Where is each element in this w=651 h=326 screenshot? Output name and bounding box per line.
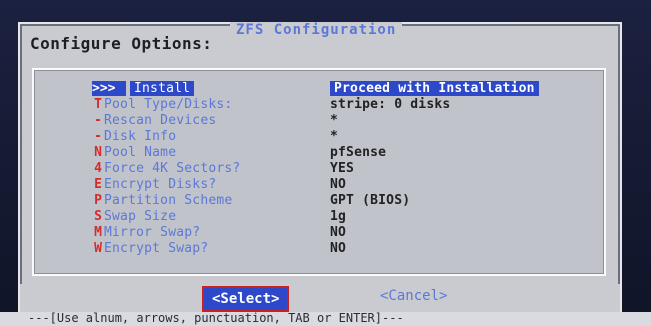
menu-label: Swap Size (104, 208, 177, 224)
button-bar: <Select> <Cancel> (18, 284, 622, 312)
menu-item-pool-type[interactable]: T Pool Type/Disks: stripe: 0 disks (92, 96, 612, 112)
menu-item-disk-info[interactable]: - Disk Info * (92, 128, 612, 144)
menu-hotkey: E (94, 176, 102, 192)
menu-value: pfSense (330, 144, 387, 160)
configure-options-label: Configure Options: (30, 34, 213, 53)
menu-value: 1g (330, 208, 347, 224)
menu-item-rescan-devices[interactable]: - Rescan Devices * (92, 112, 612, 128)
menu-hotkey: T (94, 96, 102, 112)
menu-label: Rescan Devices (104, 112, 217, 128)
menu-hotkey: - (94, 128, 102, 144)
menu-label: Disk Info (104, 128, 177, 144)
menu-value: GPT (BIOS) (330, 192, 411, 208)
dialog-title: ZFS Configuration (230, 22, 403, 38)
menu-label: Install (130, 80, 195, 96)
menu-item-partition-scheme[interactable]: P Partition Scheme GPT (BIOS) (92, 192, 612, 208)
menu-value: * (330, 112, 339, 128)
menu-item-encrypt-swap[interactable]: W Encrypt Swap? NO (92, 240, 612, 256)
menu-item-pool-name[interactable]: N Pool Name pfSense (92, 144, 612, 160)
zfs-configuration-dialog: ZFS Configuration Configure Options: >>>… (18, 22, 622, 288)
cancel-button[interactable]: <Cancel> (380, 288, 447, 304)
menu-value: stripe: 0 disks (330, 96, 451, 112)
menu-value: Proceed with Installation (330, 80, 539, 96)
menu-value: YES (330, 160, 355, 176)
menu-label: Force 4K Sectors? (104, 160, 241, 176)
menu-hotkey: - (94, 112, 102, 128)
menu-label: Encrypt Swap? (104, 240, 209, 256)
menu-hotkey: W (94, 240, 102, 256)
menu-label: Encrypt Disks? (104, 176, 217, 192)
menu-value: NO (330, 176, 347, 192)
menu-item-encrypt-disks[interactable]: E Encrypt Disks? NO (92, 176, 612, 192)
key-hint-line: ---[Use alnum, arrows, punctuation, TAB … (0, 312, 651, 326)
menu-hotkey: M (94, 224, 102, 240)
menu-label: Pool Type/Disks: (104, 96, 233, 112)
select-button[interactable]: <Select> (202, 286, 290, 312)
menu-item-swap-size[interactable]: S Swap Size 1g (92, 208, 612, 224)
menu-hotkey: >>> (92, 80, 126, 96)
menu-item-install[interactable]: >>> Install Proceed with Installation (92, 80, 612, 96)
menu-hotkey: P (94, 192, 102, 208)
key-hint-text: ---[Use alnum, arrows, punctuation, TAB … (28, 312, 404, 325)
menu-label: Mirror Swap? (104, 224, 201, 240)
menu-value: NO (330, 224, 347, 240)
menu-item-force-4k-sectors[interactable]: 4 Force 4K Sectors? YES (92, 160, 612, 176)
options-menu: >>> Install Proceed with Installation T … (32, 68, 606, 276)
menu-hotkey: 4 (94, 160, 102, 176)
menu-item-mirror-swap[interactable]: M Mirror Swap? NO (92, 224, 612, 240)
menu-value: NO (330, 240, 347, 256)
menu-label: Partition Scheme (104, 192, 233, 208)
menu-value: * (330, 128, 339, 144)
menu-hotkey: N (94, 144, 102, 160)
menu-hotkey: S (94, 208, 102, 224)
menu-label: Pool Name (104, 144, 177, 160)
